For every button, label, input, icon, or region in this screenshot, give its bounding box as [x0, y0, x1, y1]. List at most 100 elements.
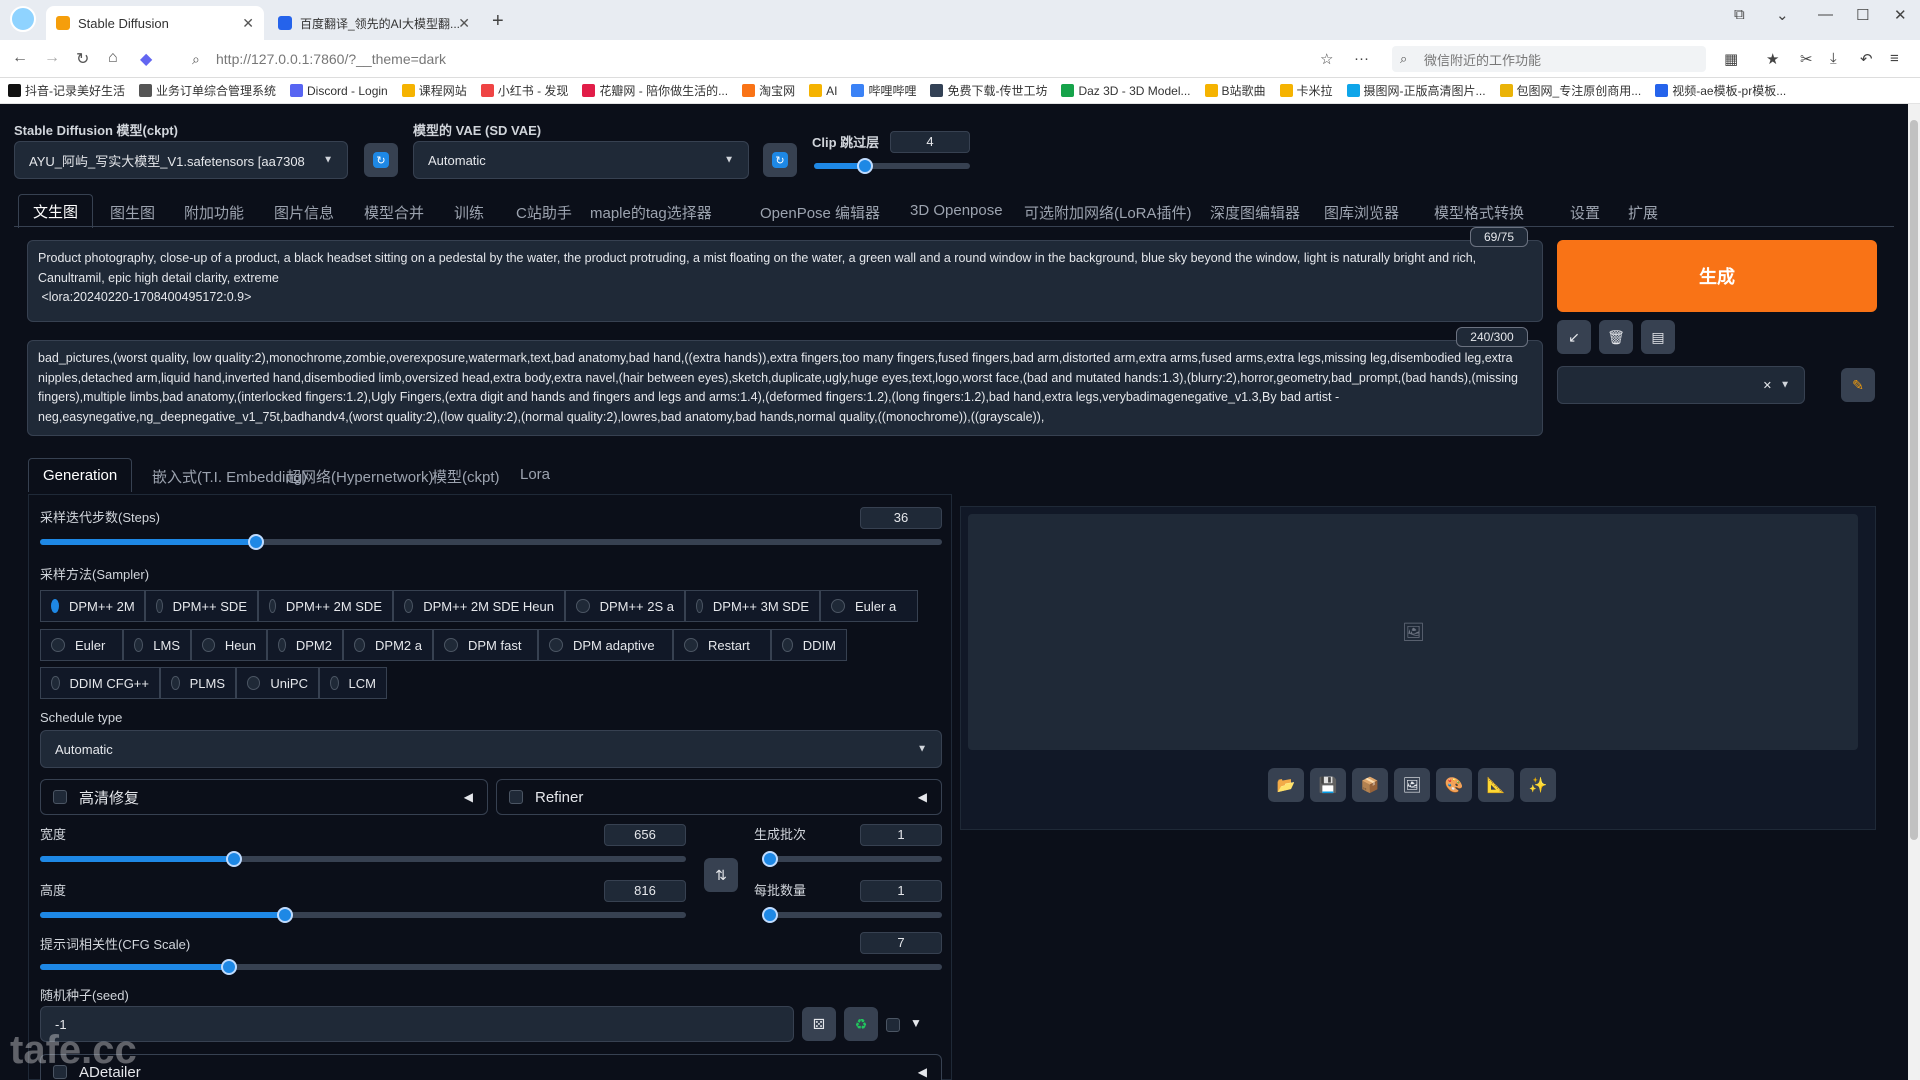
- bookmark-item[interactable]: AI: [809, 84, 837, 98]
- scissors-icon[interactable]: ✂: [1800, 50, 1813, 68]
- sampler-option[interactable]: PLMS: [160, 667, 236, 699]
- slider-knob[interactable]: [221, 959, 237, 975]
- send-to-extras-button[interactable]: 📐: [1478, 768, 1514, 802]
- bookmark-item[interactable]: Daz 3D - 3D Model...: [1061, 84, 1191, 98]
- sampler-option[interactable]: DPM++ 2M SDE Heun: [393, 590, 565, 622]
- close-tab-icon[interactable]: ✕: [458, 15, 470, 32]
- star-icon[interactable]: ☆: [1320, 50, 1333, 68]
- main-tab[interactable]: OpenPose 编辑器: [760, 202, 880, 229]
- bookmark-item[interactable]: 卡米拉: [1279, 82, 1333, 99]
- bookmark-item[interactable]: 课程网站: [401, 82, 467, 99]
- hires-fix-accordion[interactable]: 高清修复 ◀: [40, 779, 488, 815]
- upscale-button[interactable]: ✨: [1520, 768, 1556, 802]
- maximize-icon[interactable]: ☐: [1856, 6, 1869, 24]
- clip-skip-slider[interactable]: [814, 158, 970, 174]
- adetailer-accordion[interactable]: ADetailer ◀: [40, 1054, 942, 1080]
- radio-dot[interactable]: [330, 676, 339, 690]
- seed-input[interactable]: -1: [40, 1006, 794, 1042]
- forward-icon[interactable]: →: [44, 49, 60, 67]
- radio-dot[interactable]: [278, 638, 286, 652]
- radio-dot[interactable]: [51, 599, 59, 613]
- sampler-option[interactable]: Heun: [191, 629, 267, 661]
- radio-dot[interactable]: [171, 676, 180, 690]
- refiner-checkbox[interactable]: [509, 790, 523, 804]
- width-value[interactable]: 656: [604, 824, 686, 846]
- clear-prompt-button[interactable]: 🗑: [1599, 320, 1633, 354]
- steps-slider[interactable]: [40, 534, 942, 550]
- radio-dot[interactable]: [247, 676, 261, 690]
- main-tab[interactable]: C站助手: [516, 202, 572, 229]
- main-tab[interactable]: 图库浏览器: [1324, 202, 1399, 229]
- radio-dot[interactable]: [444, 638, 458, 652]
- main-tab[interactable]: 附加功能: [184, 202, 244, 229]
- send-to-img2img-button[interactable]: 🖼: [1394, 768, 1430, 802]
- main-tab[interactable]: 图生图: [110, 202, 155, 229]
- read-params-button[interactable]: ↙: [1557, 320, 1591, 354]
- sampler-option[interactable]: DPM++ 2M SDE: [258, 590, 393, 622]
- sampler-option[interactable]: DPM++ 3M SDE: [685, 590, 820, 622]
- batch-count-slider[interactable]: [762, 851, 942, 867]
- sampler-option[interactable]: DPM2 a: [343, 629, 433, 661]
- vae-dropdown[interactable]: Automatic ▼: [413, 141, 749, 179]
- slider-knob[interactable]: [857, 158, 873, 174]
- refresh-ckpt-button[interactable]: ↻: [364, 143, 398, 177]
- main-tab[interactable]: 设置: [1570, 202, 1600, 229]
- schedule-dropdown[interactable]: Automatic ▼: [40, 730, 942, 768]
- sampler-option[interactable]: DPM2: [267, 629, 343, 661]
- slider-knob[interactable]: [226, 851, 242, 867]
- main-tab[interactable]: maple的tag选择器: [590, 202, 712, 229]
- back-icon[interactable]: ←: [12, 49, 28, 67]
- ai-icon[interactable]: ◆: [140, 49, 152, 69]
- radio-dot[interactable]: [354, 638, 366, 652]
- sampler-option[interactable]: DPM++ 2M: [40, 590, 145, 622]
- bookmark-item[interactable]: B站歌曲: [1204, 82, 1266, 99]
- bookmark-item[interactable]: 哔哩哔哩: [851, 82, 916, 99]
- height-value[interactable]: 816: [604, 880, 686, 902]
- sampler-option[interactable]: DPM fast: [433, 629, 538, 661]
- clip-skip-value[interactable]: 4: [890, 131, 970, 153]
- sampler-option[interactable]: DPM++ SDE: [145, 590, 258, 622]
- extra-seed-triangle-icon[interactable]: ▼: [910, 1016, 922, 1030]
- download-icon[interactable]: ⤓: [1830, 50, 1837, 67]
- apps-grid-icon[interactable]: ▦: [1724, 50, 1738, 68]
- sub-tab[interactable]: 模型(ckpt): [432, 466, 500, 487]
- cfg-value[interactable]: 7: [860, 932, 942, 954]
- steps-value[interactable]: 36: [860, 507, 942, 529]
- main-tab[interactable]: 文生图: [18, 194, 94, 228]
- radio-dot[interactable]: [51, 638, 65, 652]
- sampler-option[interactable]: DDIM: [771, 629, 847, 661]
- sampler-option[interactable]: LMS: [123, 629, 191, 661]
- minimize-icon[interactable]: —: [1818, 6, 1833, 23]
- sampler-option[interactable]: DPM adaptive: [538, 629, 673, 661]
- close-window-icon[interactable]: ✕: [1894, 6, 1907, 24]
- slider-knob[interactable]: [248, 534, 264, 550]
- negative-prompt-textarea[interactable]: bad_pictures,(worst quality, low quality…: [27, 340, 1543, 436]
- cfg-slider[interactable]: [40, 959, 942, 975]
- radio-dot[interactable]: [269, 599, 276, 613]
- main-tab[interactable]: 可选附加网络(LoRA插件): [1024, 202, 1192, 229]
- main-tab[interactable]: 3D Openpose: [910, 202, 1003, 225]
- reload-icon[interactable]: ↻: [76, 49, 89, 69]
- bookmark-item[interactable]: 淘宝网: [742, 82, 795, 99]
- radio-dot[interactable]: [576, 599, 590, 613]
- sampler-option[interactable]: Euler a: [820, 590, 918, 622]
- sub-tab[interactable]: 超网络(Hypernetwork): [286, 466, 434, 487]
- radio-dot[interactable]: [404, 599, 414, 613]
- main-tab[interactable]: 深度图编辑器: [1210, 202, 1300, 229]
- slider-knob[interactable]: [277, 907, 293, 923]
- batch-size-value[interactable]: 1: [860, 880, 942, 902]
- favorites-icon[interactable]: ★: [1766, 50, 1779, 68]
- ckpt-dropdown[interactable]: AYU_阿屿_写实大模型_V1.safetensors [aa7308 ▼: [14, 141, 348, 179]
- pin-icon[interactable]: ⧉: [1734, 6, 1745, 23]
- radio-dot[interactable]: [51, 676, 60, 690]
- edit-styles-button[interactable]: ✎: [1841, 368, 1875, 402]
- sub-tab[interactable]: 嵌入式(T.I. Embedding): [152, 466, 307, 487]
- main-tab[interactable]: 图片信息: [274, 202, 334, 229]
- reuse-seed-button[interactable]: ♻: [844, 1007, 878, 1041]
- radio-dot[interactable]: [202, 638, 215, 652]
- batch-count-value[interactable]: 1: [860, 824, 942, 846]
- tab-stable-diffusion[interactable]: Stable Diffusion ✕: [46, 6, 264, 40]
- slider-knob[interactable]: [762, 907, 778, 923]
- sub-tab[interactable]: Lora: [520, 466, 550, 483]
- main-tab[interactable]: 训练: [454, 202, 484, 229]
